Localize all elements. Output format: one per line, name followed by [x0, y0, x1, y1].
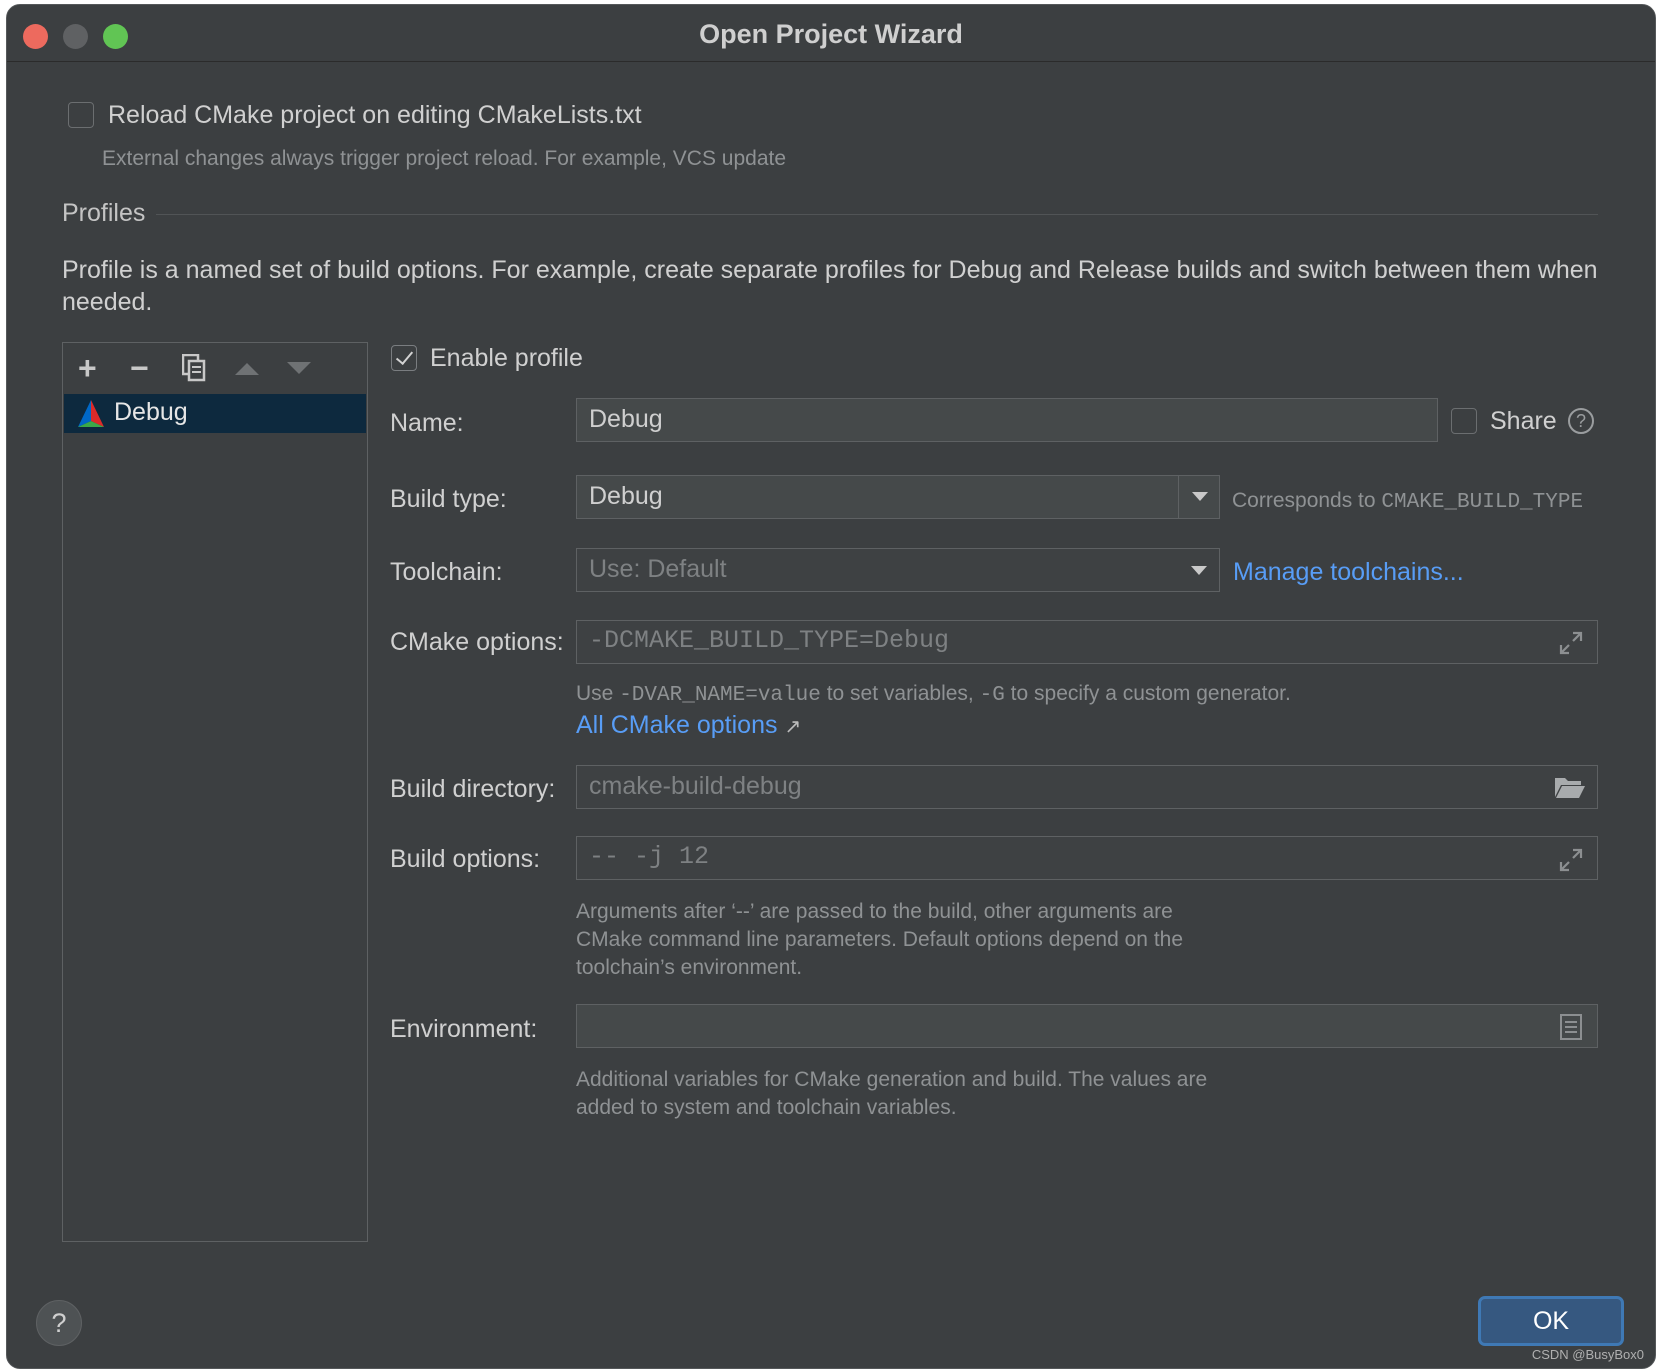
toolchain-label: Toolchain: — [390, 558, 503, 586]
hint-code: -G — [979, 684, 1005, 707]
hint-line: Arguments after ‘--’ are passed to the b… — [576, 900, 1173, 923]
build-type-label: Build type: — [390, 485, 507, 513]
build-type-hint-text: Corresponds to — [1232, 489, 1376, 512]
toolchain-value: Use: Default — [589, 555, 727, 583]
cmake-options-input[interactable]: -DCMAKE_BUILD_TYPE=Debug — [576, 620, 1598, 664]
all-cmake-options-link[interactable]: All CMake options ↗ — [576, 711, 801, 740]
name-input[interactable]: Debug — [576, 398, 1438, 442]
build-type-dropdown-button[interactable] — [1178, 474, 1220, 519]
reload-hint: External changes always trigger project … — [102, 147, 787, 170]
help-button[interactable]: ? — [36, 1300, 82, 1346]
section-divider — [156, 214, 1598, 215]
hint-text: to set variables, — [826, 682, 974, 705]
enable-profile-label[interactable]: Enable profile — [430, 344, 583, 373]
watermark: CSDN @BusyBox0 — [1531, 1347, 1644, 1362]
enable-profile-checkbox[interactable] — [391, 345, 417, 371]
toolchain-select[interactable]: Use: Default — [576, 548, 1220, 592]
manage-toolchains-link[interactable]: Manage toolchains... — [1233, 558, 1464, 587]
build-directory-label: Build directory: — [390, 775, 556, 803]
folder-icon[interactable] — [1554, 775, 1586, 804]
build-options-label: Build options: — [390, 845, 541, 873]
copy-icon[interactable] — [181, 353, 206, 382]
hint-code: -DVAR_NAME=value — [619, 684, 821, 707]
all-cmake-options-link-text: All CMake options — [576, 711, 778, 739]
cmake-icon — [76, 399, 106, 434]
build-type-hint: Corresponds to CMAKE_BUILD_TYPE — [1232, 489, 1583, 514]
share-label[interactable]: Share — [1490, 407, 1557, 436]
list-item-debug[interactable]: Debug — [64, 394, 366, 433]
reload-checkbox[interactable] — [68, 102, 94, 128]
chevron-down-icon — [1191, 566, 1207, 575]
build-directory-input[interactable]: cmake-build-debug — [576, 765, 1598, 809]
share-help-icon[interactable]: ? — [1568, 408, 1594, 434]
external-link-icon: ↗ — [784, 716, 802, 738]
ok-button[interactable]: OK — [1478, 1296, 1624, 1346]
profiles-description: Profile is a named set of build options.… — [62, 256, 1598, 316]
environment-hint: Additional variables for CMake generatio… — [576, 1066, 1207, 1122]
title-bar: Open Project Wizard — [7, 5, 1655, 62]
hint-line: Additional variables for CMake generatio… — [576, 1068, 1208, 1091]
profiles-section-title: Profiles — [62, 199, 146, 227]
list-item-label: Debug — [114, 398, 188, 426]
add-icon[interactable]: + — [78, 350, 97, 387]
environment-label: Environment: — [390, 1015, 538, 1043]
hint-line: CMake command line parameters. Default o… — [576, 928, 1184, 951]
window-title: Open Project Wizard — [699, 19, 963, 49]
build-options-hint: Arguments after ‘--’ are passed to the b… — [576, 898, 1183, 982]
share-checkbox[interactable] — [1451, 408, 1477, 434]
cmake-options-hint: Use -DVAR_NAME=value to set variables, -… — [576, 682, 1291, 707]
hint-text: Use — [576, 682, 614, 705]
move-up-icon[interactable] — [234, 360, 260, 381]
profiles-list — [62, 342, 368, 1242]
build-options-input[interactable]: -- -j 12 — [576, 836, 1598, 880]
remove-icon[interactable]: − — [130, 350, 149, 387]
build-type-select[interactable]: Debug — [576, 474, 1220, 519]
reload-checkbox-label[interactable]: Reload CMake project on editing CMakeLis… — [108, 101, 642, 130]
name-label: Name: — [390, 409, 464, 437]
chevron-down-icon — [1192, 491, 1208, 501]
build-type-value: Debug — [589, 482, 663, 510]
environment-input[interactable] — [576, 1004, 1598, 1048]
expand-icon[interactable] — [1558, 847, 1584, 878]
document-icon[interactable] — [1560, 1014, 1582, 1045]
hint-line: added to system and toolchain variables. — [576, 1096, 957, 1119]
expand-icon[interactable] — [1558, 630, 1584, 661]
hint-line: toolchain’s environment. — [576, 956, 803, 979]
build-type-hint-code: CMAKE_BUILD_TYPE — [1381, 491, 1584, 514]
hint-text: to specify a custom generator. — [1010, 682, 1291, 705]
move-down-icon[interactable] — [286, 360, 312, 381]
cmake-options-label: CMake options: — [390, 628, 564, 656]
